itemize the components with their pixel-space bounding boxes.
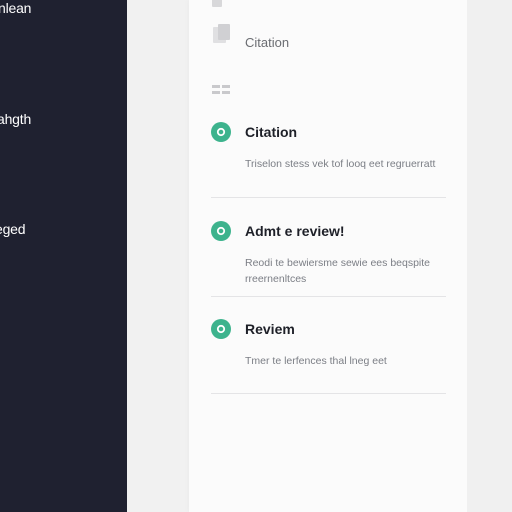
page-icon — [212, 0, 222, 14]
step-description: Triselon stess vek tof looq eet regruerr… — [245, 158, 436, 170]
check-icon — [211, 221, 231, 241]
step-header: Citation — [211, 122, 446, 142]
step-header: Reviem — [211, 319, 446, 339]
check-icon — [211, 122, 231, 142]
divider — [211, 393, 446, 394]
divider — [211, 296, 446, 297]
right-edge — [467, 0, 512, 512]
sidebar-item-label: eged — [0, 221, 26, 237]
check-icon — [211, 319, 231, 339]
step-item-1[interactable]: Citation Triselon stess vek tof looq eet… — [211, 122, 446, 198]
step-header: Admt e review! — [211, 221, 446, 241]
list-icon[interactable] — [212, 82, 232, 100]
sidebar-item-3[interactable]: eged — [0, 221, 127, 237]
step-item-3[interactable]: Reviem Tmer te lerfences thal lneg eet — [211, 319, 446, 394]
step-title: Reviem — [245, 321, 295, 337]
step-description: Reodi te bewiersme sewie ees beqspite rr… — [245, 257, 431, 285]
step-item-2[interactable]: Admt e review! Reodi te bewiersme sewie … — [211, 221, 446, 297]
sidebar-item-label: nlean — [0, 0, 32, 16]
app-window: nlean ahgth eged Citation — [0, 0, 512, 512]
sidebar: nlean ahgth eged — [0, 0, 127, 512]
gutter — [127, 0, 189, 512]
page-title: Citation — [245, 35, 290, 50]
sidebar-item-2[interactable]: ahgth — [0, 111, 127, 127]
divider — [211, 197, 446, 198]
sidebar-item-label: ahgth — [0, 111, 32, 127]
step-title: Citation — [245, 124, 298, 140]
sidebar-item-1[interactable]: nlean — [0, 0, 127, 16]
doc-icon[interactable] — [212, 24, 232, 49]
step-description: Tmer te lerfences thal lneg eet — [245, 355, 387, 367]
step-title: Admt e review! — [245, 223, 345, 239]
